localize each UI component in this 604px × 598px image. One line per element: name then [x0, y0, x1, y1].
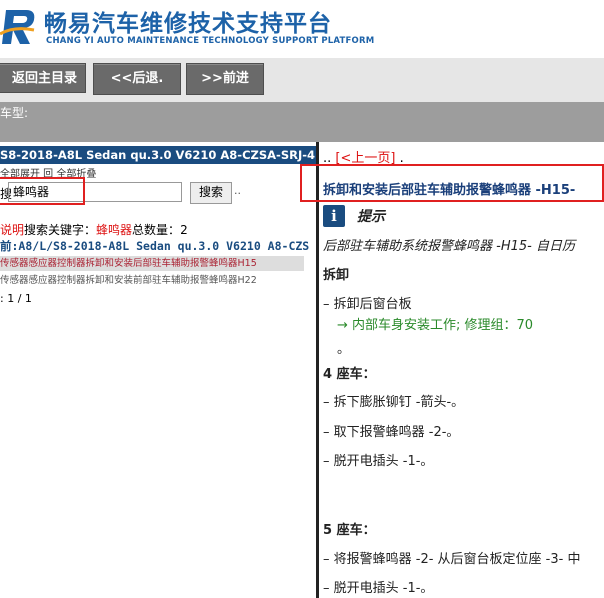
brand-title: 畅易汽车维修技术支持平台	[44, 11, 332, 37]
brand-subtitle: CHANG YI AUTO MAINTENANCE TECHNOLOGY SUP…	[46, 36, 375, 46]
search-button[interactable]: 搜索	[190, 182, 232, 204]
search-result-summary: 说明搜索关键字：蜂鸣器总数量：2	[0, 221, 188, 238]
home-button[interactable]: 返回主目录	[0, 63, 86, 93]
result-item-2[interactable]: 传感器感应器控制器拆卸和安装前部驻车辅助报警蜂鸣器H22	[0, 273, 304, 288]
section-remove-heading: 拆卸	[323, 268, 350, 283]
result-prefix: 说明	[0, 223, 25, 237]
result-path: 前:A8/L/S8-2018-A8L Sedan qu.3.0 V6210 A8…	[0, 239, 310, 253]
search-dots: ..	[234, 184, 241, 197]
seat4-step-1: – 拆下膨胀铆钉 -箭头-。	[323, 395, 465, 410]
result-keyword-label: 搜索关键字：	[24, 223, 97, 237]
model-band: 车型:	[0, 102, 604, 142]
seat5-step-2: – 脱开电插头 -1-。	[323, 581, 434, 596]
right-pane: .. [<上一页] . 拆卸和安装后部驻车辅助报警蜂鸣器 -H15- i 提示 …	[319, 142, 604, 598]
info-icon: i	[323, 205, 345, 227]
back-button[interactable]: <<后退.	[93, 63, 181, 95]
tip-text: 后部驻车辅助系统报警蜂鸣器 -H15- 自日历	[323, 239, 575, 254]
search-highlight-box	[0, 177, 85, 205]
model-label: 车型:	[0, 106, 29, 120]
left-pane: S8-2018-A8L Sedan qu.3.0 V6210 A8-CZSA-S…	[0, 142, 316, 598]
vehicle-path: S8-2018-A8L Sedan qu.3.0 V6210 A8-CZSA-S…	[0, 146, 316, 164]
result-item-1[interactable]: 传感器感应器控制器拆卸和安装后部驻车辅助报警蜂鸣器H15	[0, 256, 304, 271]
app-header: 畅易汽车维修技术支持平台 CHANG YI AUTO MAINTENANCE T…	[0, 0, 604, 58]
seat5-heading: 5 座车：	[323, 523, 376, 538]
pager: : 1 / 1	[0, 292, 32, 305]
forward-button[interactable]: >>前进	[186, 63, 264, 95]
step-remove-shelf: – 拆卸后窗台板	[323, 297, 412, 312]
seat4-heading: 4 座车：	[323, 367, 376, 382]
result-keyword: 蜂鸣器	[96, 223, 133, 237]
step-remove-shelf-end: 。	[337, 342, 351, 357]
tip-label: 提示	[357, 209, 385, 225]
result-count-label: 总数量：	[132, 223, 181, 237]
toolbar: 返回主目录 <<后退. >>前进	[0, 58, 604, 102]
brand-logo-icon	[0, 10, 35, 44]
result-count: 2	[180, 223, 188, 237]
title-highlight-box	[300, 164, 604, 202]
step-remove-shelf-link[interactable]: → 内部车身安装工作; 修理组：70	[337, 314, 533, 333]
seat4-step-2: – 取下报警蜂鸣器 -2-。	[323, 425, 460, 440]
seat4-step-3: – 脱开电插头 -1-。	[323, 454, 434, 469]
seat5-step-1: – 将报警蜂鸣器 -2- 从后窗台板定位座 -3- 中	[323, 552, 581, 567]
